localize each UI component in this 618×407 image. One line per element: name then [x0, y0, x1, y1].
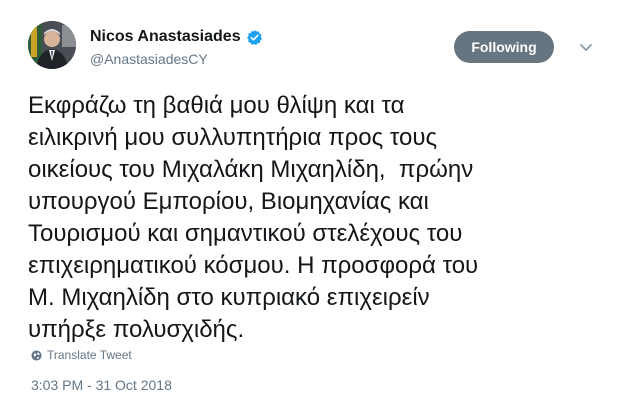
tweet-text-line: επιχειρηματικού κόσμου. Η προσφορά του — [28, 252, 479, 279]
tweet-text-line: Εκφράζω τη βαθιά μου θλίψη και τα — [28, 92, 405, 119]
tweet-text: Εκφράζω τη βαθιά μου θλίψη και τα ειλικρ… — [28, 90, 588, 346]
following-button[interactable]: Following — [454, 31, 554, 63]
profile-photo — [28, 21, 76, 69]
tweet-text-line: Τουρισμού και σημαντικού στελέχους του — [28, 220, 463, 247]
tweet-timestamp[interactable]: 3:03 PM - 31 Oct 2018 — [31, 377, 172, 393]
tweet-text-line: υπήρξε πολυσχιδής. — [28, 316, 245, 343]
author-handle[interactable]: @AnastasiadesCY — [90, 50, 208, 68]
avatar[interactable] — [28, 21, 76, 69]
verified-badge-icon — [246, 29, 263, 46]
tweet-card: Nicos Anastasiades @AnastasiadesCY Follo… — [0, 0, 618, 407]
chevron-down-icon[interactable] — [577, 38, 595, 56]
tweet-text-line: υπουργού Εμπορίου, Βιομηχανίας και — [28, 188, 429, 215]
author-name-row: Nicos Anastasiades — [90, 27, 263, 47]
translate-tweet-link[interactable]: Translate Tweet — [31, 348, 132, 362]
tweet-text-line: Μ. Μιχαηλίδη στο κυπριακό επιχειρείν — [28, 284, 430, 311]
globe-icon — [31, 349, 42, 361]
tweet-text-line: οικείους του Μιχαλάκη Μιχαηλίδη, πρώην — [28, 156, 474, 183]
tweet-text-line: ειλικρινή μου συλλυπητήρια προς τους — [28, 124, 438, 151]
translate-tweet-label: Translate Tweet — [47, 348, 132, 362]
author-display-name[interactable]: Nicos Anastasiades — [90, 27, 241, 47]
